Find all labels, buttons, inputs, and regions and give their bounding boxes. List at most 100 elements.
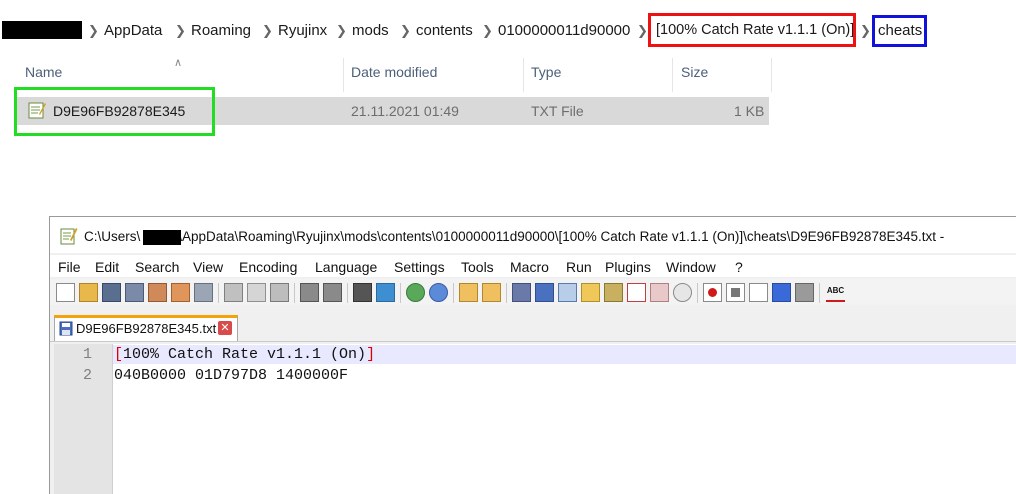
chevron-right-icon[interactable]: ❯ (860, 23, 871, 39)
stop-macro-icon[interactable] (726, 283, 745, 302)
save-icon[interactable] (102, 283, 121, 302)
copy-icon[interactable] (247, 283, 266, 302)
breadcrumb-mods[interactable]: mods (352, 22, 389, 39)
highlight-box-blue (872, 15, 927, 47)
sync-vertical-icon[interactable] (459, 283, 478, 302)
column-header-date[interactable]: Date modified (351, 64, 437, 80)
column-divider[interactable] (672, 58, 673, 92)
language-udl-icon[interactable] (581, 283, 600, 302)
sync-horizontal-icon[interactable] (482, 283, 501, 302)
menu-language[interactable]: Language (315, 259, 377, 275)
code-line-2[interactable]: 040B0000 01D797D8 1400000F (114, 367, 348, 384)
doc-map-icon[interactable] (604, 283, 623, 302)
show-all-chars-icon[interactable] (535, 283, 554, 302)
menu-bar: File Edit Search View Encoding Language … (50, 255, 1016, 277)
close-file-icon[interactable] (148, 283, 167, 302)
notepad-window: C:\Users\ \AppData\Roaming\Ryujinx\mods\c… (49, 216, 1016, 494)
undo-icon[interactable] (300, 283, 319, 302)
folder-as-workspace-icon[interactable] (650, 283, 669, 302)
tab-label: D9E96FB92878E345.txt (76, 321, 217, 336)
toolbar-separator (400, 283, 401, 303)
redacted-username (2, 21, 82, 39)
breadcrumb-title-id[interactable]: 0100000011d90000 (498, 22, 630, 39)
toolbar-separator (347, 283, 348, 303)
close-all-icon[interactable] (171, 283, 190, 302)
close-icon[interactable]: ✕ (218, 321, 232, 335)
highlight-box-green (14, 87, 215, 136)
word-wrap-icon[interactable] (512, 283, 531, 302)
column-header-type[interactable]: Type (531, 64, 561, 80)
play-macro-icon[interactable] (749, 283, 768, 302)
menu-encoding[interactable]: Encoding (239, 259, 297, 275)
monitoring-eye-icon[interactable] (673, 283, 692, 302)
find-icon[interactable] (353, 283, 372, 302)
breadcrumb-contents[interactable]: contents (416, 22, 473, 39)
toolbar-separator (697, 283, 698, 303)
indent-guide-icon[interactable] (558, 283, 577, 302)
toolbar-separator (506, 283, 507, 303)
print-icon[interactable] (194, 283, 213, 302)
toolbar-separator (819, 283, 820, 303)
tab-bar: D9E96FB92878E345.txt ✕ (50, 311, 1016, 342)
menu-macro[interactable]: Macro (510, 259, 549, 275)
code-line-1[interactable]: [100% Catch Rate v1.1.1 (On)] (114, 346, 375, 363)
toolbar-separator (453, 283, 454, 303)
saved-file-icon (59, 321, 73, 336)
redacted-username (143, 230, 181, 245)
menu-edit[interactable]: Edit (95, 259, 119, 275)
column-divider[interactable] (343, 58, 344, 92)
line-number: 1 (82, 346, 92, 363)
menu-tools[interactable]: Tools (461, 259, 494, 275)
breadcrumb-appdata[interactable]: AppData (104, 22, 162, 39)
file-type: TXT File (531, 103, 584, 119)
editor[interactable]: 1 2 [100% Catch Rate v1.1.1 (On)] 040B00… (54, 344, 1016, 494)
chevron-right-icon[interactable]: ❯ (88, 23, 99, 39)
save-macro-icon[interactable] (795, 283, 814, 302)
menu-view[interactable]: View (193, 259, 223, 275)
title-bar[interactable]: C:\Users\ \AppData\Roaming\Ryujinx\mods\c… (50, 217, 1016, 253)
bracket-open: [ (114, 346, 124, 363)
address-bar[interactable]: ❯ AppData ❯ Roaming ❯ Ryujinx ❯ mods ❯ c… (0, 0, 1016, 62)
record-macro-icon[interactable] (703, 283, 722, 302)
code-text: 100% Catch Rate v1.1.1 (On) (123, 346, 367, 363)
replace-icon[interactable] (376, 283, 395, 302)
bracket-close: ] (366, 346, 376, 363)
column-header-name[interactable]: Name (25, 64, 62, 80)
highlight-box-red (648, 13, 856, 47)
spell-check-icon[interactable]: ABC (826, 283, 845, 302)
paste-icon[interactable] (270, 283, 289, 302)
menu-file[interactable]: File (58, 259, 81, 275)
chevron-right-icon[interactable]: ❯ (637, 23, 648, 39)
zoom-out-icon[interactable] (429, 283, 448, 302)
save-all-icon[interactable] (125, 283, 144, 302)
menu-run[interactable]: Run (566, 259, 592, 275)
zoom-in-icon[interactable] (406, 283, 425, 302)
open-file-icon[interactable] (79, 283, 98, 302)
column-header-size[interactable]: Size (681, 64, 708, 80)
menu-settings[interactable]: Settings (394, 259, 445, 275)
chevron-right-icon[interactable]: ❯ (482, 23, 493, 39)
file-size: 1 KB (734, 103, 765, 119)
menu-plugins[interactable]: Plugins (605, 259, 651, 275)
line-number: 2 (82, 367, 92, 384)
chevron-right-icon[interactable]: ❯ (262, 23, 273, 39)
breadcrumb-ryujinx[interactable]: Ryujinx (278, 22, 327, 39)
run-macro-multiple-icon[interactable] (772, 283, 791, 302)
menu-window[interactable]: Window (666, 259, 716, 275)
cut-icon[interactable] (224, 283, 243, 302)
redo-icon[interactable] (323, 283, 342, 302)
menu-help[interactable]: ? (735, 259, 743, 275)
chevron-right-icon[interactable]: ❯ (400, 23, 411, 39)
chevron-right-icon[interactable]: ❯ (175, 23, 186, 39)
breadcrumb-roaming[interactable]: Roaming (191, 22, 251, 39)
menu-search[interactable]: Search (135, 259, 179, 275)
toolbar: ABC (50, 279, 1016, 305)
column-divider[interactable] (523, 58, 524, 92)
notepadpp-icon (60, 228, 78, 245)
new-file-icon[interactable] (56, 283, 75, 302)
window-title: C:\Users\ \AppData\Roaming\Ryujinx\mods\c… (84, 229, 945, 244)
tab-active-file[interactable]: D9E96FB92878E345.txt ✕ (54, 315, 238, 341)
chevron-right-icon[interactable]: ❯ (336, 23, 347, 39)
column-divider[interactable] (771, 58, 772, 92)
function-list-icon[interactable] (627, 283, 646, 302)
